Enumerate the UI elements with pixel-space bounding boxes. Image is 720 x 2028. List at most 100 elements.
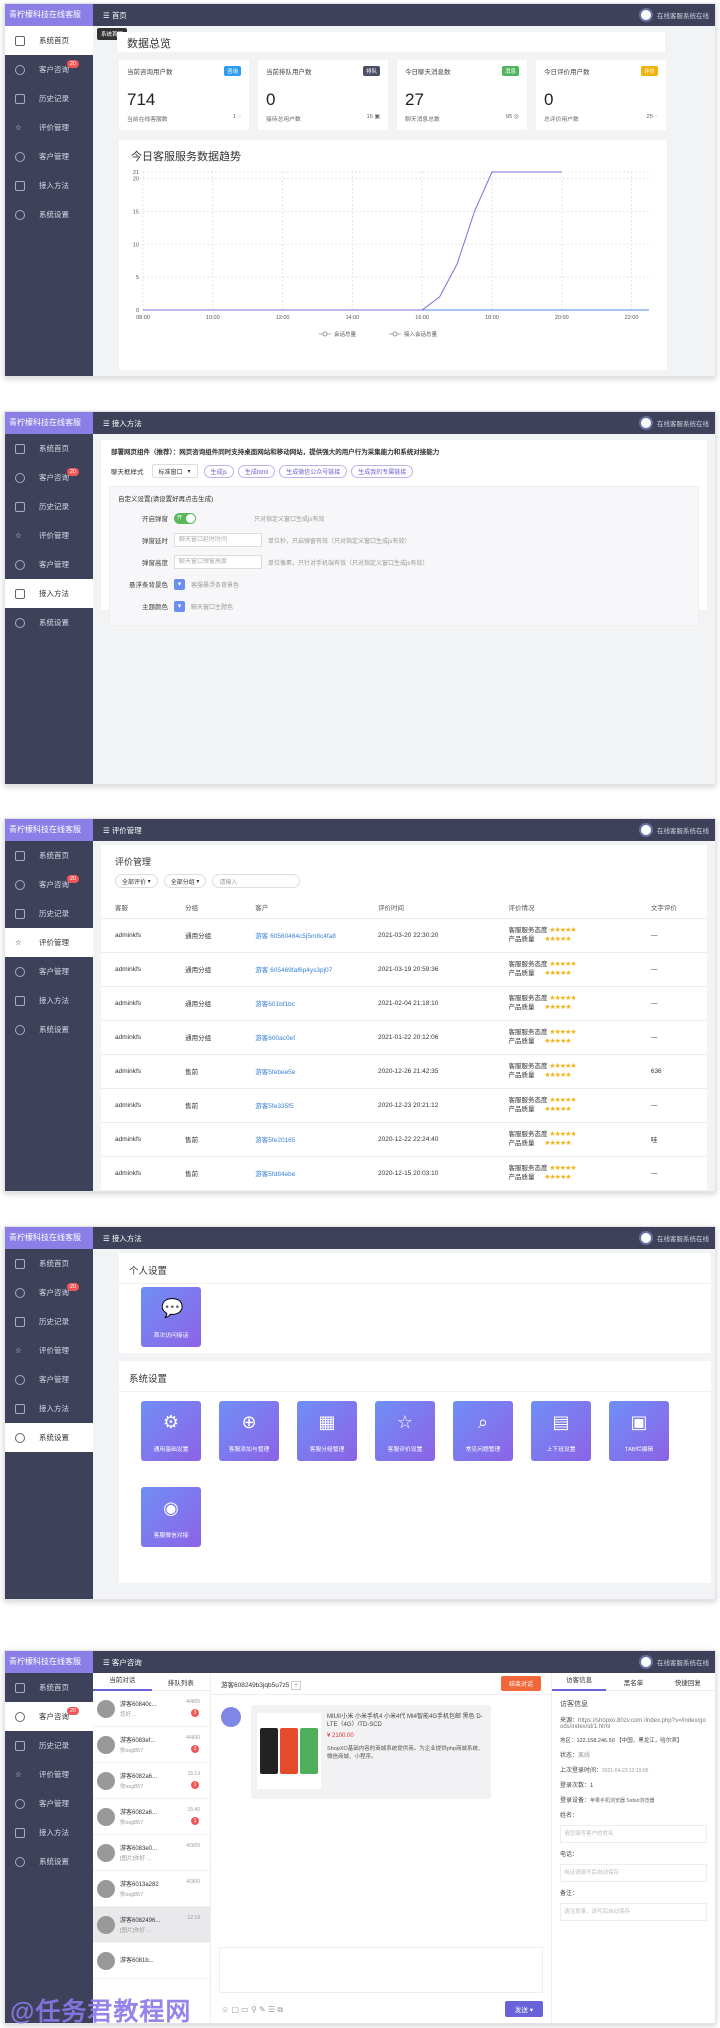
time-cell: 2021-01-22 20:12:06 [364,1020,495,1055]
gen-html-button[interactable]: 生成html [237,464,276,478]
tab-blacklist[interactable]: 黑名单 [606,1677,660,1687]
popup-toggle[interactable]: 开 [174,512,196,524]
nav-consult[interactable]: 客户咨询 20 [5,870,93,899]
emoji-icon[interactable]: ☺ ▢ ▭ ⚲ ✎ ☰ ⧉ [221,2005,283,2015]
theme-color-picker[interactable]: ▾ [174,600,185,612]
nav-home[interactable]: 系统首页 [5,26,93,55]
style-select[interactable]: 标准窗口 ▾ [151,464,198,478]
list-item[interactable]: 游客60840c... 您好... 4/4/00 3 [93,1691,210,1727]
rating-stars: ★★★★★ [544,1004,571,1011]
list-item[interactable]: 游客6081b... [93,1943,210,1979]
user-menu[interactable]: 在线客服系统在线 [639,823,709,837]
float-color-picker[interactable]: ▾ [174,578,185,590]
customer-cell[interactable]: 游客5fe20165 [241,1122,365,1157]
calendar-icon [15,1740,25,1751]
nav-access[interactable]: 接入方法 [5,1394,93,1423]
height-input[interactable]: 聊天窗口弹窗高度 [174,555,262,569]
gen-link-button[interactable]: 生成我的专属链接 [351,464,414,478]
gen-wechat-button[interactable]: 生成微信公众号链接 [279,464,348,478]
nav-home[interactable]: 系统首页 [5,1249,93,1278]
tab-visitor-info[interactable]: 访客信息 [552,1673,607,1691]
nav-access[interactable]: 接入方法 [5,171,93,200]
nav-review[interactable]: ☆ 评价管理 [5,113,93,142]
nav-consult[interactable]: 客户咨询 20 [5,55,93,84]
nav-consult[interactable]: 客户咨询 20 [5,463,93,492]
note-input[interactable]: 请注意事，请写后自动保存 [560,1903,707,1921]
tile-wechat[interactable]: ◉ 客服微信对接 [141,1487,201,1547]
customer-cell[interactable]: 游客600ac0ef [241,1020,365,1055]
list-item[interactable]: 游客6083e0... [图片]你好 ... 4/3/00 [93,1835,210,1871]
nav-settings[interactable]: 系统设置 [5,200,93,229]
tile-faq[interactable]: ⌕ 常见问题管理 [453,1401,513,1461]
tile-review-settings[interactable]: ☆ 客服评价设置 [375,1401,435,1461]
text-review-cell: — [636,986,707,1021]
customer-cell[interactable]: 游客5fe335f5 [241,1088,365,1123]
send-button[interactable]: 发送 ▾ [504,2001,543,2017]
nav-history[interactable]: 历史记录 [5,899,93,928]
search-input[interactable]: 请输入 [212,874,301,888]
nav-home[interactable]: 系统首页 [5,841,93,870]
time-cell: 2020-12-22 22:24:40 [364,1122,495,1157]
user-menu[interactable]: 在线客服系统在线 [639,1231,709,1245]
list-item[interactable]: 游客6083ef... 你ssg857 4/4/00 2 [93,1727,210,1763]
nav-home[interactable]: 系统首页 [5,434,93,463]
nav-history[interactable]: 历史记录 [5,492,93,521]
list-item[interactable]: 游客6013a282 你ssg857 4/3/00 [93,1871,210,1907]
tile-general[interactable]: ⚙ 通用基础设置 [141,1401,201,1461]
delay-input[interactable]: 聊天窗口延时时间 [174,533,262,547]
nav-history[interactable]: 历史记录 [5,1307,93,1336]
nav-home[interactable]: 系统首页 [5,1673,93,1702]
tab-queue[interactable]: 排队列表 [152,1677,211,1687]
name-input[interactable]: 请您填写客户的姓名 [560,1825,707,1843]
user-menu[interactable]: 在线客服系统在线 [639,416,709,430]
nav-review[interactable]: ☆ 评价管理 [5,1760,93,1789]
gen-js-button[interactable]: 生成js [203,464,234,478]
nav-history[interactable]: 历史记录 [5,1731,93,1760]
customer-cell[interactable]: 游客5fd84ebe [241,1156,365,1191]
list-item[interactable]: 游客6082a6... 你ssg857 15:13 1 [93,1763,210,1799]
customer-cell[interactable]: 游客5febee5e [241,1054,365,1089]
user-menu[interactable]: 在线客服系统在线 [639,1655,709,1669]
nav-customer[interactable]: 客户管理 [5,1365,93,1394]
phone-input[interactable]: 电话请填写后自动保存 [560,1864,707,1882]
review-filter[interactable]: 全部评价 ▾ [115,874,158,888]
list-item[interactable]: 游客6082a6... 你ssg857 15:40 1 [93,1799,210,1835]
nav-review[interactable]: ☆ 评价管理 [5,928,93,957]
star-icon: ☆ [15,122,22,132]
customer-cell[interactable]: 游客 605469faf6p4ys3pj07 [241,952,365,987]
tab-current[interactable]: 当前对话 [93,1673,152,1691]
list-item[interactable]: 游客6082496... [图片]你好 ... 12:19 [93,1907,210,1943]
nav-settings[interactable]: 系统设置 [5,1015,93,1044]
visitor-status: 离线 [578,1753,591,1759]
nav-customer[interactable]: 客户管理 [5,1789,93,1818]
nav-settings[interactable]: 系统设置 [5,1847,93,1876]
nav-access[interactable]: 接入方法 [5,1818,93,1847]
message-input[interactable] [219,1947,543,1993]
nav-consult[interactable]: 客户咨询 20 [5,1702,93,1731]
nav-access[interactable]: 接入方法 [5,986,93,1015]
tile-groups[interactable]: ▦ 客服分组管理 [297,1401,357,1461]
nav-review[interactable]: ☆ 评价管理 [5,1336,93,1365]
customer-cell[interactable]: 游客601bf1bc [241,986,365,1021]
add-icon[interactable]: + [291,1680,301,1690]
nav-settings[interactable]: 系统设置 [5,1423,93,1452]
nav-access[interactable]: 接入方法 [5,579,93,608]
nav-review[interactable]: ☆ 评价管理 [5,521,93,550]
tile-first-visit[interactable]: 💬 首次访问接话 [141,1287,201,1347]
group-filter[interactable]: 全部分组 ▾ [163,874,207,888]
customer-cell[interactable]: 游客 60560464c5j5m8c4fa8 [241,918,365,953]
nav-history[interactable]: 历史记录 [5,84,93,113]
nav-customer[interactable]: 客户管理 [5,957,93,986]
text-review-cell: — [636,1088,707,1123]
stat-card-reviews: 今日评价用户数 评价 0 总评价用户数 25 ◌ [536,60,666,130]
end-chat-button[interactable]: 结束对话 [500,1676,541,1691]
tile-agents[interactable]: ⊕ 客服添加与管理 [219,1401,279,1461]
tile-schedule[interactable]: ▤ 上下班设置 [531,1401,591,1461]
nav-settings[interactable]: 系统设置 [5,608,93,637]
nav-customer[interactable]: 客户管理 [5,142,93,171]
tile-tab-edit[interactable]: ▣ TAB栏编辑 [609,1401,669,1461]
nav-consult[interactable]: 客户咨询 20 [5,1278,93,1307]
nav-customer[interactable]: 客户管理 [5,550,93,579]
tab-quick-reply[interactable]: 快捷回复 [661,1677,715,1687]
user-menu[interactable]: 在线客服系统在线 [639,8,709,22]
